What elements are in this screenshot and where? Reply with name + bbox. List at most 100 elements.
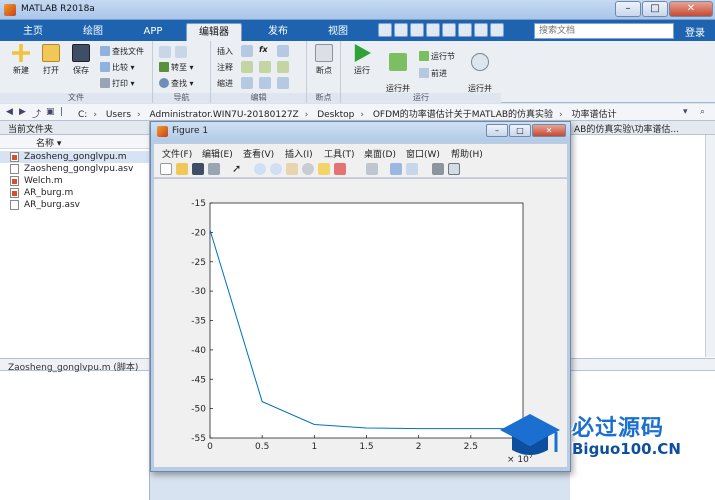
switch-windows-icon[interactable] bbox=[474, 23, 488, 37]
list-item[interactable]: Zaosheng_gonglvpu.m bbox=[0, 151, 149, 163]
legend-icon[interactable] bbox=[406, 163, 418, 175]
edit-group-label: 编辑 bbox=[211, 93, 306, 103]
uncomment-icon[interactable] bbox=[277, 61, 289, 73]
maximize-button[interactable]: □ bbox=[642, 1, 668, 17]
name-column-header[interactable]: 名称 ▾ bbox=[0, 135, 149, 149]
forward-arrow-icon[interactable] bbox=[175, 46, 187, 58]
crumb-project[interactable]: OFDM的功率谱估计关于MATLAB的仿真实验 bbox=[373, 110, 553, 120]
menu-insert[interactable]: 插入(I) bbox=[285, 147, 313, 160]
back-icon[interactable]: ◀ bbox=[6, 107, 13, 117]
undo-icon[interactable] bbox=[442, 23, 456, 37]
indent-button[interactable]: 缩进 bbox=[217, 78, 233, 89]
print-button[interactable]: 打印 ▾ bbox=[100, 78, 135, 89]
list-item[interactable]: AR_burg.m bbox=[0, 187, 149, 199]
breakpoints-label: 断点 bbox=[316, 66, 332, 75]
list-item[interactable]: Welch.m bbox=[0, 175, 149, 187]
menu-view[interactable]: 查看(V) bbox=[243, 147, 274, 160]
save-icon[interactable] bbox=[378, 23, 392, 37]
tab-publish[interactable]: 发布 bbox=[252, 23, 304, 41]
run-button[interactable]: 运行 bbox=[347, 44, 377, 76]
compare-button[interactable]: 比较 ▾ bbox=[100, 62, 135, 73]
goto-button[interactable]: 转至 ▾ bbox=[159, 62, 194, 73]
hide-plot-tools-icon[interactable] bbox=[432, 163, 444, 175]
figure-menu-bar: 文件(F) 编辑(E) 查看(V) 插入(I) 工具(T) 桌面(D) 窗口(W… bbox=[154, 144, 567, 160]
crumb-users[interactable]: Users bbox=[106, 110, 131, 120]
breakpoints-button[interactable]: 断点 bbox=[309, 44, 339, 76]
forward-icon[interactable]: ▶ bbox=[19, 107, 26, 117]
menu-window[interactable]: 窗口(W) bbox=[406, 147, 440, 160]
save-figure-icon[interactable] bbox=[192, 163, 204, 175]
open-button[interactable]: 打开 bbox=[36, 44, 66, 76]
percent-comment-icon[interactable] bbox=[241, 61, 253, 73]
zoom-in-icon[interactable] bbox=[254, 163, 266, 175]
advance-button[interactable]: 前进 bbox=[419, 68, 447, 79]
figure-minimize-button[interactable]: – bbox=[486, 124, 508, 137]
pan-icon[interactable] bbox=[286, 163, 298, 175]
brush-icon[interactable] bbox=[334, 163, 346, 175]
rotate-3d-icon[interactable] bbox=[302, 163, 314, 175]
crumb-current[interactable]: 功率谱估计 bbox=[572, 110, 617, 120]
x-tick-label: 1 bbox=[311, 442, 317, 452]
watermark-en-text: Biguo100.CN bbox=[572, 440, 681, 458]
wrap-comment-icon[interactable] bbox=[259, 61, 271, 73]
menu-file[interactable]: 文件(F) bbox=[162, 147, 192, 160]
figure-title-bar[interactable]: Figure 1 – □ ✕ bbox=[151, 122, 570, 141]
list-item[interactable]: AR_burg.asv bbox=[0, 199, 149, 211]
browse-folder-icon[interactable]: ▣ bbox=[46, 107, 55, 117]
new-button[interactable]: 新建 bbox=[6, 44, 36, 76]
link-plot-icon[interactable] bbox=[366, 163, 378, 175]
breakpoints-group: 断点 断点 bbox=[307, 41, 341, 103]
close-button[interactable]: ✕ bbox=[669, 1, 713, 17]
run-section-button[interactable]: 运行节 bbox=[419, 51, 455, 62]
crumb-drive[interactable]: C: bbox=[78, 110, 87, 120]
redo-icon[interactable] bbox=[458, 23, 472, 37]
find-button[interactable]: 查找 ▾ bbox=[159, 78, 194, 89]
file-details-bar[interactable]: Zaosheng_gonglvpu.m (脚本) bbox=[0, 358, 149, 373]
menu-desktop[interactable]: 桌面(D) bbox=[364, 147, 396, 160]
increase-indent-icon[interactable] bbox=[277, 77, 289, 89]
show-plot-tools-icon[interactable] bbox=[448, 163, 460, 175]
figure-maximize-button[interactable]: □ bbox=[509, 124, 531, 137]
insert-section-icon[interactable] bbox=[241, 45, 253, 57]
insert-button[interactable]: 插入 bbox=[217, 46, 233, 57]
search-input[interactable] bbox=[534, 23, 674, 39]
paste-icon[interactable] bbox=[426, 23, 440, 37]
find-files-label: 查找文件 bbox=[112, 47, 144, 56]
login-link[interactable]: 登录 bbox=[685, 24, 705, 39]
tab-plots[interactable]: 绘图 bbox=[68, 23, 118, 41]
smart-indent-icon[interactable] bbox=[241, 77, 253, 89]
save-button[interactable]: 保存 bbox=[66, 44, 96, 76]
vertical-scrollbar[interactable] bbox=[705, 135, 715, 357]
find-files-button[interactable]: 查找文件 bbox=[100, 46, 144, 57]
tab-view[interactable]: 视图 bbox=[312, 23, 364, 41]
copy-icon[interactable] bbox=[410, 23, 424, 37]
pointer-icon[interactable]: ➚ bbox=[232, 163, 244, 175]
search-folder-icon[interactable]: ⌕ bbox=[700, 107, 705, 117]
decrease-indent-icon[interactable] bbox=[259, 77, 271, 89]
zoom-out-icon[interactable] bbox=[270, 163, 282, 175]
data-cursor-icon[interactable] bbox=[318, 163, 330, 175]
crumb-admin[interactable]: Administrator.WIN7U-20180127Z bbox=[150, 110, 299, 120]
colorbar-icon[interactable] bbox=[390, 163, 402, 175]
menu-help[interactable]: 帮助(H) bbox=[451, 147, 483, 160]
fx-button[interactable]: fx bbox=[259, 45, 268, 54]
print-figure-icon[interactable] bbox=[208, 163, 220, 175]
comment-button[interactable]: 注释 bbox=[217, 62, 233, 73]
minimize-button[interactable]: – bbox=[615, 1, 641, 17]
menu-edit[interactable]: 编辑(E) bbox=[202, 147, 233, 160]
help-icon[interactable] bbox=[490, 23, 504, 37]
open-file-icon[interactable] bbox=[176, 163, 188, 175]
back-arrow-icon[interactable] bbox=[159, 46, 171, 58]
tab-apps[interactable]: APP bbox=[128, 23, 178, 41]
up-folder-icon[interactable]: ⤴ bbox=[32, 107, 41, 120]
new-figure-icon[interactable] bbox=[160, 163, 172, 175]
tab-editor[interactable]: 编辑器 bbox=[186, 23, 242, 41]
list-item[interactable]: Zaosheng_gonglvpu.asv bbox=[0, 163, 149, 175]
address-dropdown-icon[interactable]: ▾ bbox=[683, 107, 688, 117]
figure-close-button[interactable]: ✕ bbox=[532, 124, 566, 137]
menu-tools[interactable]: 工具(T) bbox=[324, 147, 355, 160]
cut-icon[interactable] bbox=[394, 23, 408, 37]
tab-home[interactable]: 主页 bbox=[8, 23, 58, 41]
crumb-desktop[interactable]: Desktop bbox=[317, 110, 354, 120]
insert-function-icon[interactable] bbox=[277, 45, 289, 57]
